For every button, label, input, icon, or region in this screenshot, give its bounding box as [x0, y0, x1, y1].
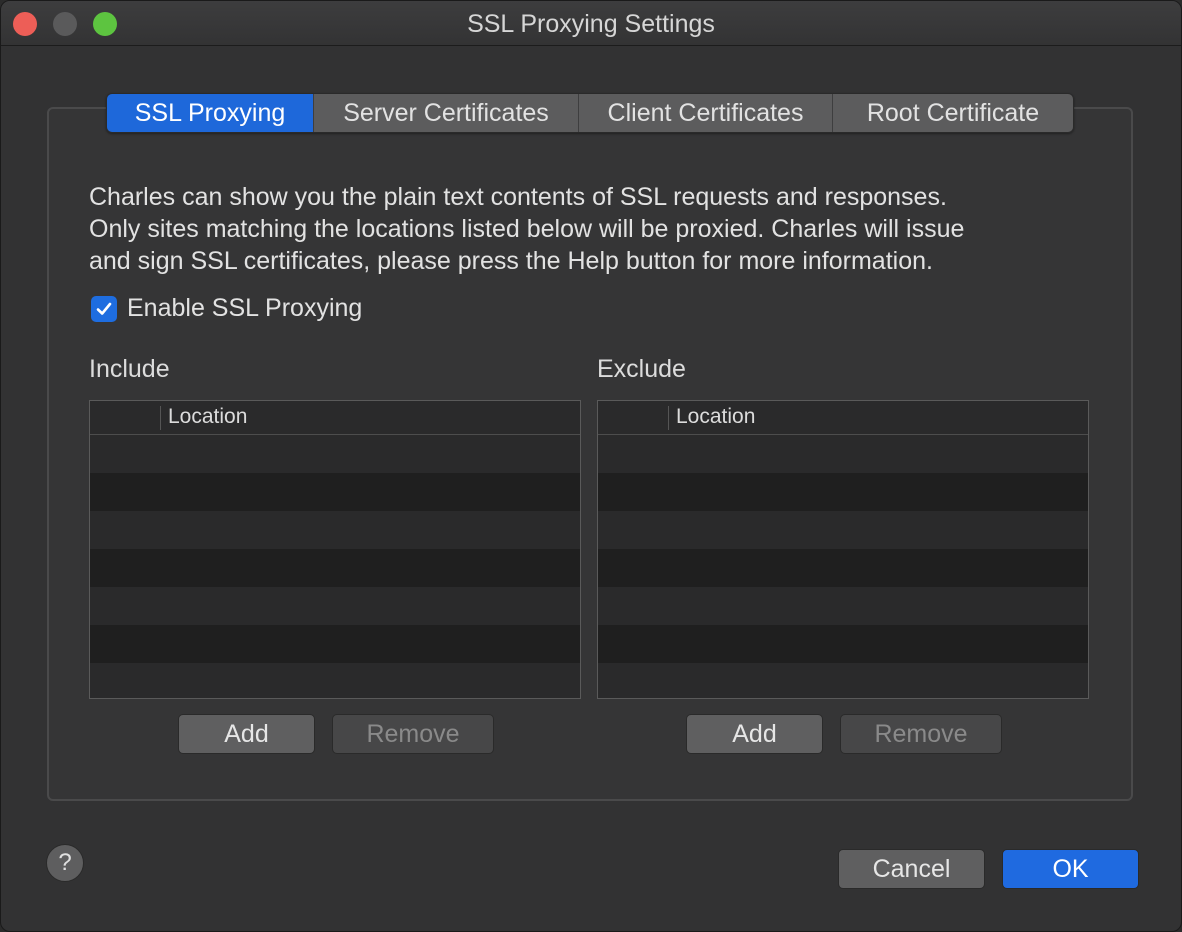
table-row: [598, 625, 1088, 663]
column-separator: [160, 406, 161, 430]
include-remove-button[interactable]: Remove: [332, 714, 494, 754]
checkmark-icon: [96, 302, 112, 315]
table-row: [598, 511, 1088, 549]
enable-ssl-proxying-label: Enable SSL Proxying: [127, 294, 363, 322]
window-title: SSL Proxying Settings: [467, 10, 715, 38]
table-row: [90, 435, 580, 473]
table-row: [598, 473, 1088, 511]
help-button[interactable]: ?: [46, 844, 84, 882]
include-location-column-header[interactable]: Location: [168, 405, 247, 429]
table-row: [598, 587, 1088, 625]
exclude-location-column-header[interactable]: Location: [676, 405, 755, 429]
table-row: [90, 587, 580, 625]
exclude-remove-button[interactable]: Remove: [840, 714, 1002, 754]
description-line: and sign SSL certificates, please press …: [89, 247, 933, 275]
enable-ssl-proxying-checkbox[interactable]: [91, 295, 117, 322]
table-row: [90, 663, 580, 698]
include-add-button[interactable]: Add: [178, 714, 315, 754]
description-line: Charles can show you the plain text cont…: [89, 183, 947, 211]
ssl-proxying-settings-window: SSL Proxying Settings SSL Proxying Serve…: [0, 0, 1182, 932]
cancel-button[interactable]: Cancel: [838, 849, 985, 889]
tab-bar: SSL Proxying Server Certificates Client …: [106, 93, 1074, 133]
tab-client-certificates[interactable]: Client Certificates: [579, 94, 833, 132]
include-label: Include: [89, 355, 170, 383]
ok-button[interactable]: OK: [1002, 849, 1139, 889]
table-row: [598, 435, 1088, 473]
table-row: [90, 473, 580, 511]
enable-ssl-proxying-row: Enable SSL Proxying: [91, 294, 362, 323]
tab-ssl-proxying[interactable]: SSL Proxying: [107, 94, 314, 132]
exclude-table[interactable]: Location: [597, 400, 1089, 699]
table-row: [90, 511, 580, 549]
include-table-header: Location: [90, 401, 580, 435]
exclude-table-header: Location: [598, 401, 1088, 435]
tab-root-certificate[interactable]: Root Certificate: [833, 94, 1073, 132]
exclude-label: Exclude: [597, 355, 686, 383]
description-line: Only sites matching the locations listed…: [89, 215, 965, 243]
title-bar: SSL Proxying Settings: [1, 1, 1181, 46]
exclude-add-button[interactable]: Add: [686, 714, 823, 754]
table-row: [90, 625, 580, 663]
table-row: [90, 549, 580, 587]
description-text: Charles can show you the plain text cont…: [89, 181, 1089, 277]
column-separator: [668, 406, 669, 430]
table-row: [598, 549, 1088, 587]
table-row: [598, 663, 1088, 698]
include-table[interactable]: Location: [89, 400, 581, 699]
tab-server-certificates[interactable]: Server Certificates: [314, 94, 579, 132]
